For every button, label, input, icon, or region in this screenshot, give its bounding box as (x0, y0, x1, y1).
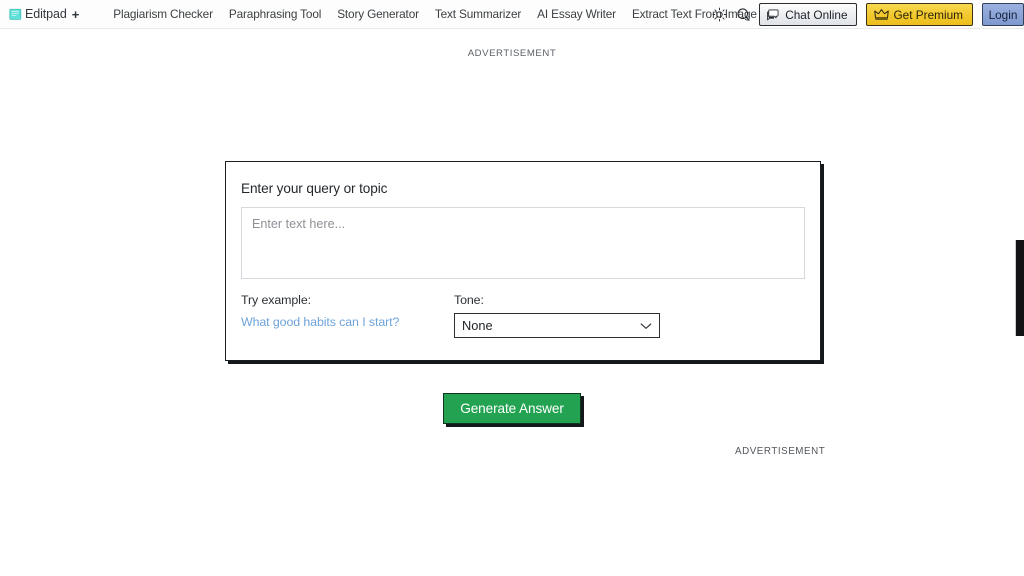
chat-bubbles-icon (767, 9, 779, 20)
get-premium-button[interactable]: Get Premium (865, 3, 973, 26)
query-input[interactable] (241, 207, 805, 279)
generate-answer-button[interactable]: Generate Answer (443, 393, 581, 424)
nav-item-text-summarizer[interactable]: Text Summarizer (427, 7, 529, 21)
nav-item-ai-essay-writer[interactable]: AI Essay Writer (529, 7, 624, 21)
theme-toggle-button[interactable] (707, 3, 731, 27)
site-header: Editpad + Plagiarism Checker Paraphrasin… (0, 0, 1024, 29)
sun-icon (712, 7, 727, 22)
advertisement-label-top: ADVERTISEMENT (467, 48, 557, 59)
tone-select[interactable]: None (454, 313, 660, 338)
chat-online-button[interactable]: Chat Online (759, 3, 857, 26)
tone-selected-value: None (462, 318, 493, 333)
login-button[interactable]: Login (982, 3, 1024, 26)
chat-online-label: Chat Online (785, 7, 848, 22)
generate-button-row: Generate Answer (0, 393, 1024, 424)
brand-plus: + (71, 6, 80, 22)
header-actions: Chat Online Get Premium Login (707, 0, 1024, 29)
main-navigation: Plagiarism Checker Paraphrasing Tool Sto… (105, 7, 765, 21)
brand-logo[interactable]: Editpad + (9, 7, 79, 22)
search-icon (737, 8, 750, 21)
tone-group: Tone: None (454, 293, 664, 338)
nav-item-plagiarism-checker[interactable]: Plagiarism Checker (105, 7, 221, 21)
query-card: Enter your query or topic Try example: W… (225, 161, 821, 361)
get-premium-label: Get Premium (893, 7, 964, 22)
search-button[interactable] (731, 3, 755, 27)
nav-item-paraphrasing-tool[interactable]: Paraphrasing Tool (221, 7, 329, 21)
try-example-label: Try example: (241, 293, 311, 307)
advertisement-label-bottom: ADVERTISEMENT (735, 446, 826, 457)
tone-label: Tone: (454, 293, 484, 307)
brand-name: Editpad (25, 7, 67, 21)
nav-item-story-generator[interactable]: Story Generator (329, 7, 427, 21)
card-options-row: Try example: What good habits can I star… (241, 293, 805, 338)
try-example-group: Try example: What good habits can I star… (241, 293, 454, 338)
notepad-icon (9, 8, 22, 20)
try-example-link[interactable]: What good habits can I start? (241, 315, 399, 329)
chevron-down-icon (640, 322, 652, 329)
card-title: Enter your query or topic (241, 181, 388, 196)
login-label: Login (988, 7, 1018, 22)
vertical-scrollbar-thumb[interactable] (1015, 240, 1024, 336)
crown-icon (873, 9, 889, 20)
